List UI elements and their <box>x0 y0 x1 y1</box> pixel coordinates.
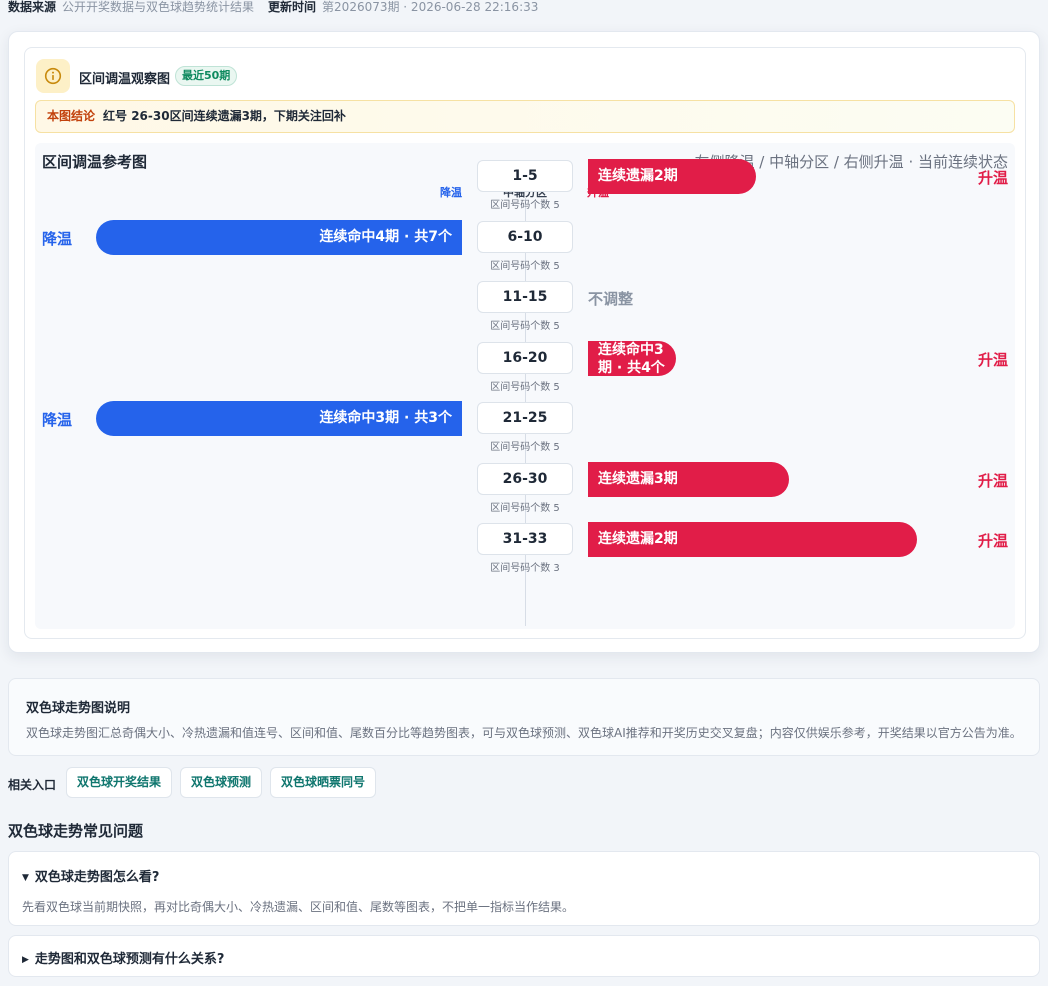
status-label-heat: 升温 <box>977 169 1008 187</box>
conclusion-tag: 本图结论 <box>47 109 96 123</box>
bar-heat: 连续遗漏3期 <box>588 461 789 497</box>
period-badge: 最近50期 <box>175 66 238 86</box>
description-body: 双色球走势图汇总奇偶大小、冷热遗漏和值连号、区间和值、尾数百分比等趋势图表，可与… <box>26 726 1022 740</box>
faq-question-text: 走势图和双色球预测有什么关系? <box>34 952 225 967</box>
faq-item[interactable]: ▶ 走势图和双色球预测有什么关系? <box>8 935 1040 977</box>
temperature-chart: 区间调温参考图 左侧降温 / 中轴分区 / 右侧升温 · 当前连续状态 降温 中… <box>35 143 1015 629</box>
zone-sub-label: 区间号码个数 5 <box>490 502 560 514</box>
update-label: 更新时间 <box>268 0 317 14</box>
faq-question[interactable]: ▼ 双色球走势图怎么看? <box>22 866 159 885</box>
related-links-label: 相关入口 <box>8 778 57 792</box>
zone-box-6-10: 6-10 <box>477 220 573 253</box>
faq-question[interactable]: ▶ 走势图和双色球预测有什么关系? <box>22 948 224 967</box>
faq-title: 双色球走势常见问题 <box>8 822 144 840</box>
status-label-heat: 升温 <box>977 532 1008 550</box>
bar-cool: 连续命中4期 · 共7个 <box>96 219 462 255</box>
faq-item[interactable]: ▼ 双色球走势图怎么看? 先看双色球当前期快照，再对比奇偶大小、冷热遗漏、区间和值… <box>8 851 1040 926</box>
status-label-none: 不调整 <box>588 290 634 308</box>
description-title: 双色球走势图说明 <box>26 701 131 716</box>
description-card: 双色球走势图说明 双色球走势图汇总奇偶大小、冷热遗漏和值连号、区间和值、尾数百分… <box>8 678 1040 756</box>
update-value: 第2026073期 · 2026-06-28 22:16:33 <box>322 0 539 14</box>
info-icon <box>36 59 70 93</box>
bar-heat: 连续遗漏2期 <box>588 159 756 194</box>
zone-sub-label: 区间号码个数 5 <box>490 381 560 393</box>
link-prediction[interactable]: 双色球预测 <box>180 767 263 798</box>
faq-question-text: 双色球走势图怎么看? <box>34 870 160 885</box>
conclusion-text: 红号 26-30区间连续遗漏3期，下期关注回补 <box>103 109 346 123</box>
source-label: 数据来源 <box>8 0 57 14</box>
status-label-heat: 升温 <box>977 350 1008 369</box>
chart-panel: 区间调温观察图 最近50期 本图结论 红号 26-30区间连续遗漏3期，下期关注回… <box>24 47 1026 639</box>
triangle-right-icon: ▶ <box>22 955 29 965</box>
chart-card: 区间调温观察图 最近50期 本图结论 红号 26-30区间连续遗漏3期，下期关注回… <box>8 31 1040 653</box>
bar-cool: 连续命中3期 · 共3个 <box>96 401 462 436</box>
conclusion-banner: 本图结论 红号 26-30区间连续遗漏3期，下期关注回补 <box>35 100 1015 133</box>
zone-box-26-30: 26-30 <box>477 462 573 495</box>
zone-box-11-15: 11-15 <box>477 281 573 313</box>
legend-cool: 降温 <box>440 186 462 199</box>
panel-title: 区间调温观察图 <box>79 72 171 87</box>
faq-answer: 先看双色球当前期快照，再对比奇偶大小、冷热遗漏、区间和值、尾数等图表，不把单一指… <box>22 900 575 914</box>
source-value: 公开开奖数据与双色球趋势统计结果 <box>62 0 255 14</box>
zone-box-21-25: 21-25 <box>477 402 573 434</box>
zone-sub-label: 区间号码个数 5 <box>490 260 560 272</box>
status-label-heat: 升温 <box>977 471 1008 490</box>
link-draw-results[interactable]: 双色球开奖结果 <box>66 767 173 798</box>
link-ticket-share[interactable]: 双色球晒票同号 <box>270 767 377 798</box>
zone-sub-label: 区间号码个数 5 <box>490 321 560 332</box>
bar-heat: 连续命中3期 · 共4个 <box>588 340 676 376</box>
status-label-cool: 降温 <box>42 411 73 429</box>
chart-title: 区间调温参考图 <box>42 153 148 171</box>
status-label-cool: 降温 <box>42 229 73 248</box>
zone-box-31-33: 31-33 <box>477 523 573 555</box>
meta-bar: 数据来源 公开开奖数据与双色球趋势统计结果 更新时间 第2026073期 · 2026… <box>8 0 538 14</box>
zone-sub-label: 区间号码个数 5 <box>490 200 560 211</box>
zone-sub-label: 区间号码个数 5 <box>490 442 560 453</box>
zone-sub-label: 区间号码个数 3 <box>490 563 560 574</box>
zone-box-16-20: 16-20 <box>477 341 573 374</box>
zone-box-1-5: 1-5 <box>477 160 573 192</box>
triangle-down-icon: ▼ <box>22 873 29 883</box>
bar-heat: 连续遗漏2期 <box>588 522 917 557</box>
